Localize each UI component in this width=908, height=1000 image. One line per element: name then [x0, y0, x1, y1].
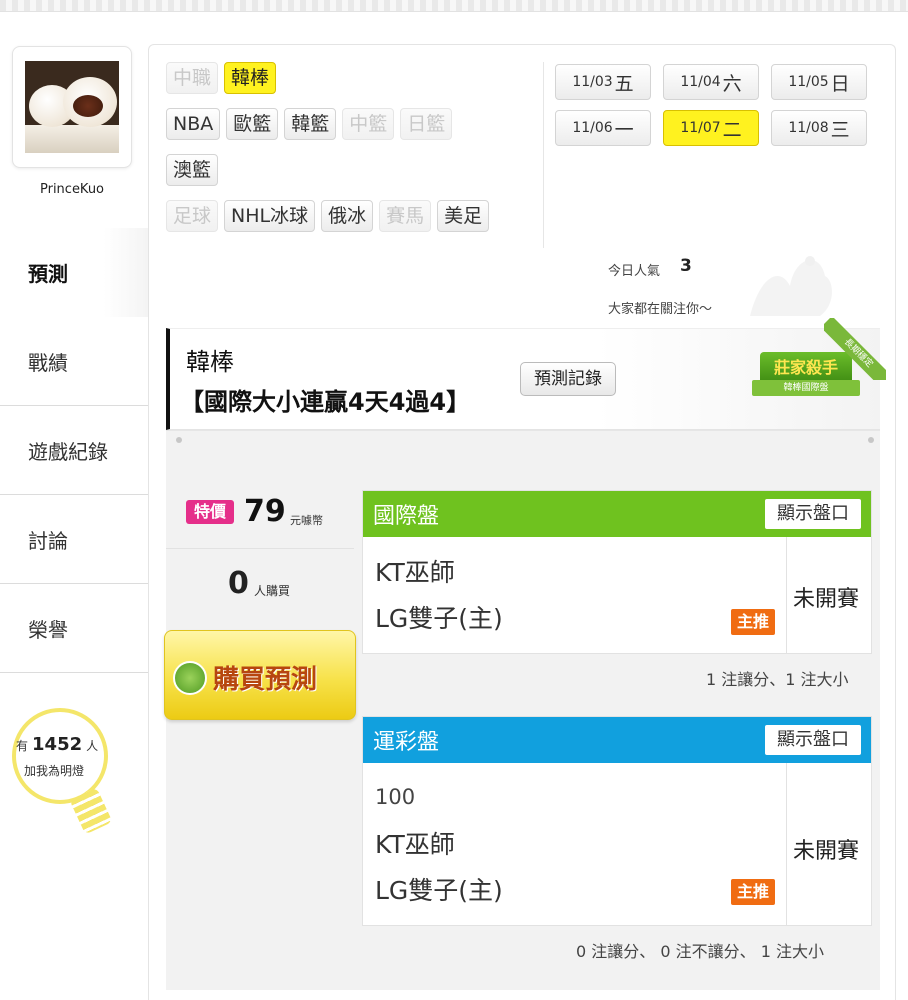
international-summary: 1 注讓分、1 注大小 [706, 670, 849, 689]
game-status: 未開賽 [793, 839, 860, 864]
popularity-value: 3 [680, 256, 692, 276]
category-horse-racing[interactable]: 賽馬 [379, 200, 432, 232]
show-odds-button[interactable]: 顯示盤口 [765, 499, 861, 529]
category-soccer[interactable]: 足球 [166, 200, 219, 232]
date-button-1107[interactable]: 11/07 二 [663, 110, 759, 146]
fans-suffix: 人 [86, 739, 99, 753]
fans-prefix: 有 [16, 739, 29, 753]
show-odds-button[interactable]: 顯示盤口 [765, 725, 861, 755]
category-euro-basketball[interactable]: 歐籃 [226, 108, 279, 140]
away-team: KT巫師 [375, 558, 455, 587]
date-selector: 11/03 五 11/04 六 11/05 日 11/06 一 11/07 二 11/08… [555, 64, 875, 156]
sidebar-item-record[interactable]: 戰績 [0, 317, 148, 406]
fans-label: 加我為明燈 [24, 764, 85, 778]
sidebar-item-game-log[interactable]: 遊戲紀錄 [0, 406, 148, 495]
international-market: 國際盤 顯示盤口 KT巫師 LG雙子(主) 主推 未開賽 [362, 490, 872, 654]
sidebar-item-predict[interactable]: 預測 [0, 228, 148, 317]
league-title: 韓棒 [186, 348, 234, 376]
date-button-1103[interactable]: 11/03 五 [555, 64, 651, 100]
date-button-1106[interactable]: 11/06 一 [555, 110, 651, 146]
total-line: 100 [375, 785, 416, 809]
top-border [0, 0, 908, 12]
pin-icon [176, 437, 182, 443]
coin-icon [173, 661, 207, 695]
category-japan-basketball[interactable]: 日籃 [400, 108, 453, 140]
lottery-market: 運彩盤 顯示盤口 100 KT巫師 LG雙子(主) 主推 未開賽 [362, 716, 872, 926]
avatar-image [25, 61, 119, 153]
category-nba[interactable]: NBA [166, 108, 221, 140]
category-cpbl[interactable]: 中職 [166, 62, 219, 94]
streak-title: 【國際大小連贏4天4過4】 [180, 388, 471, 416]
price-unit: 元噱幣 [290, 514, 323, 527]
side-nav: 預測 戰績 遊戲紀錄 討論 榮譽 [0, 228, 148, 673]
category-aus-basketball[interactable]: 澳籃 [166, 154, 219, 186]
game-status: 未開賽 [793, 587, 860, 612]
buy-prediction-button[interactable]: 購買預測 [164, 630, 356, 720]
prediction-record-button[interactable]: 預測記錄 [520, 362, 616, 396]
lottery-market-title: 運彩盤 [373, 730, 440, 755]
category-filter: 中職 韓棒 NBA 歐籃 韓籃 中籃 日籃 澳籃 足球 NHL冰球 俄冰 賽馬 … [166, 62, 546, 246]
buyer-count-unit: 人購買 [254, 584, 291, 598]
recommend-badge: 主推 [731, 879, 775, 905]
home-team: LG雙子(主) [375, 604, 503, 633]
international-market-title: 國際盤 [373, 504, 440, 529]
home-team: LG雙子(主) [375, 876, 503, 905]
recommend-badge: 主推 [731, 609, 775, 635]
pin-icon [868, 437, 874, 443]
divider [543, 62, 544, 248]
lottery-summary: 0 注讓分、 0 注不讓分、 1 注大小 [576, 942, 824, 961]
decoration-icon [750, 256, 832, 316]
sidebar-item-discussion[interactable]: 討論 [0, 495, 148, 584]
category-kbo[interactable]: 韓棒 [224, 62, 277, 94]
sidebar-item-honor[interactable]: 榮譽 [0, 584, 148, 673]
username[interactable]: PrinceKuo [12, 182, 132, 197]
category-nhl[interactable]: NHL冰球 [224, 200, 316, 232]
date-button-1105[interactable]: 11/05 日 [771, 64, 867, 100]
category-russia-hockey[interactable]: 俄冰 [321, 200, 374, 232]
popularity-note: 大家都在關注你～ [608, 302, 713, 317]
price-value: 79 [244, 494, 286, 529]
category-china-basketball[interactable]: 中籃 [342, 108, 395, 140]
follow-lightbulb[interactable]: 有 1452 人 加我為明燈 [10, 706, 140, 836]
category-american-football[interactable]: 美足 [437, 200, 490, 232]
popularity-label: 今日人氣 [608, 264, 661, 279]
avatar[interactable] [12, 46, 132, 168]
buyer-count: 0 [228, 566, 249, 601]
special-price-tag: 特價 [186, 500, 234, 524]
away-team: KT巫師 [375, 830, 455, 859]
stable-ribbon: 長期穩定 [824, 318, 886, 380]
category-korea-basketball[interactable]: 韓籃 [284, 108, 337, 140]
date-button-1104[interactable]: 11/04 六 [663, 64, 759, 100]
fans-count: 1452 [32, 734, 83, 755]
date-button-1108[interactable]: 11/08 三 [771, 110, 867, 146]
